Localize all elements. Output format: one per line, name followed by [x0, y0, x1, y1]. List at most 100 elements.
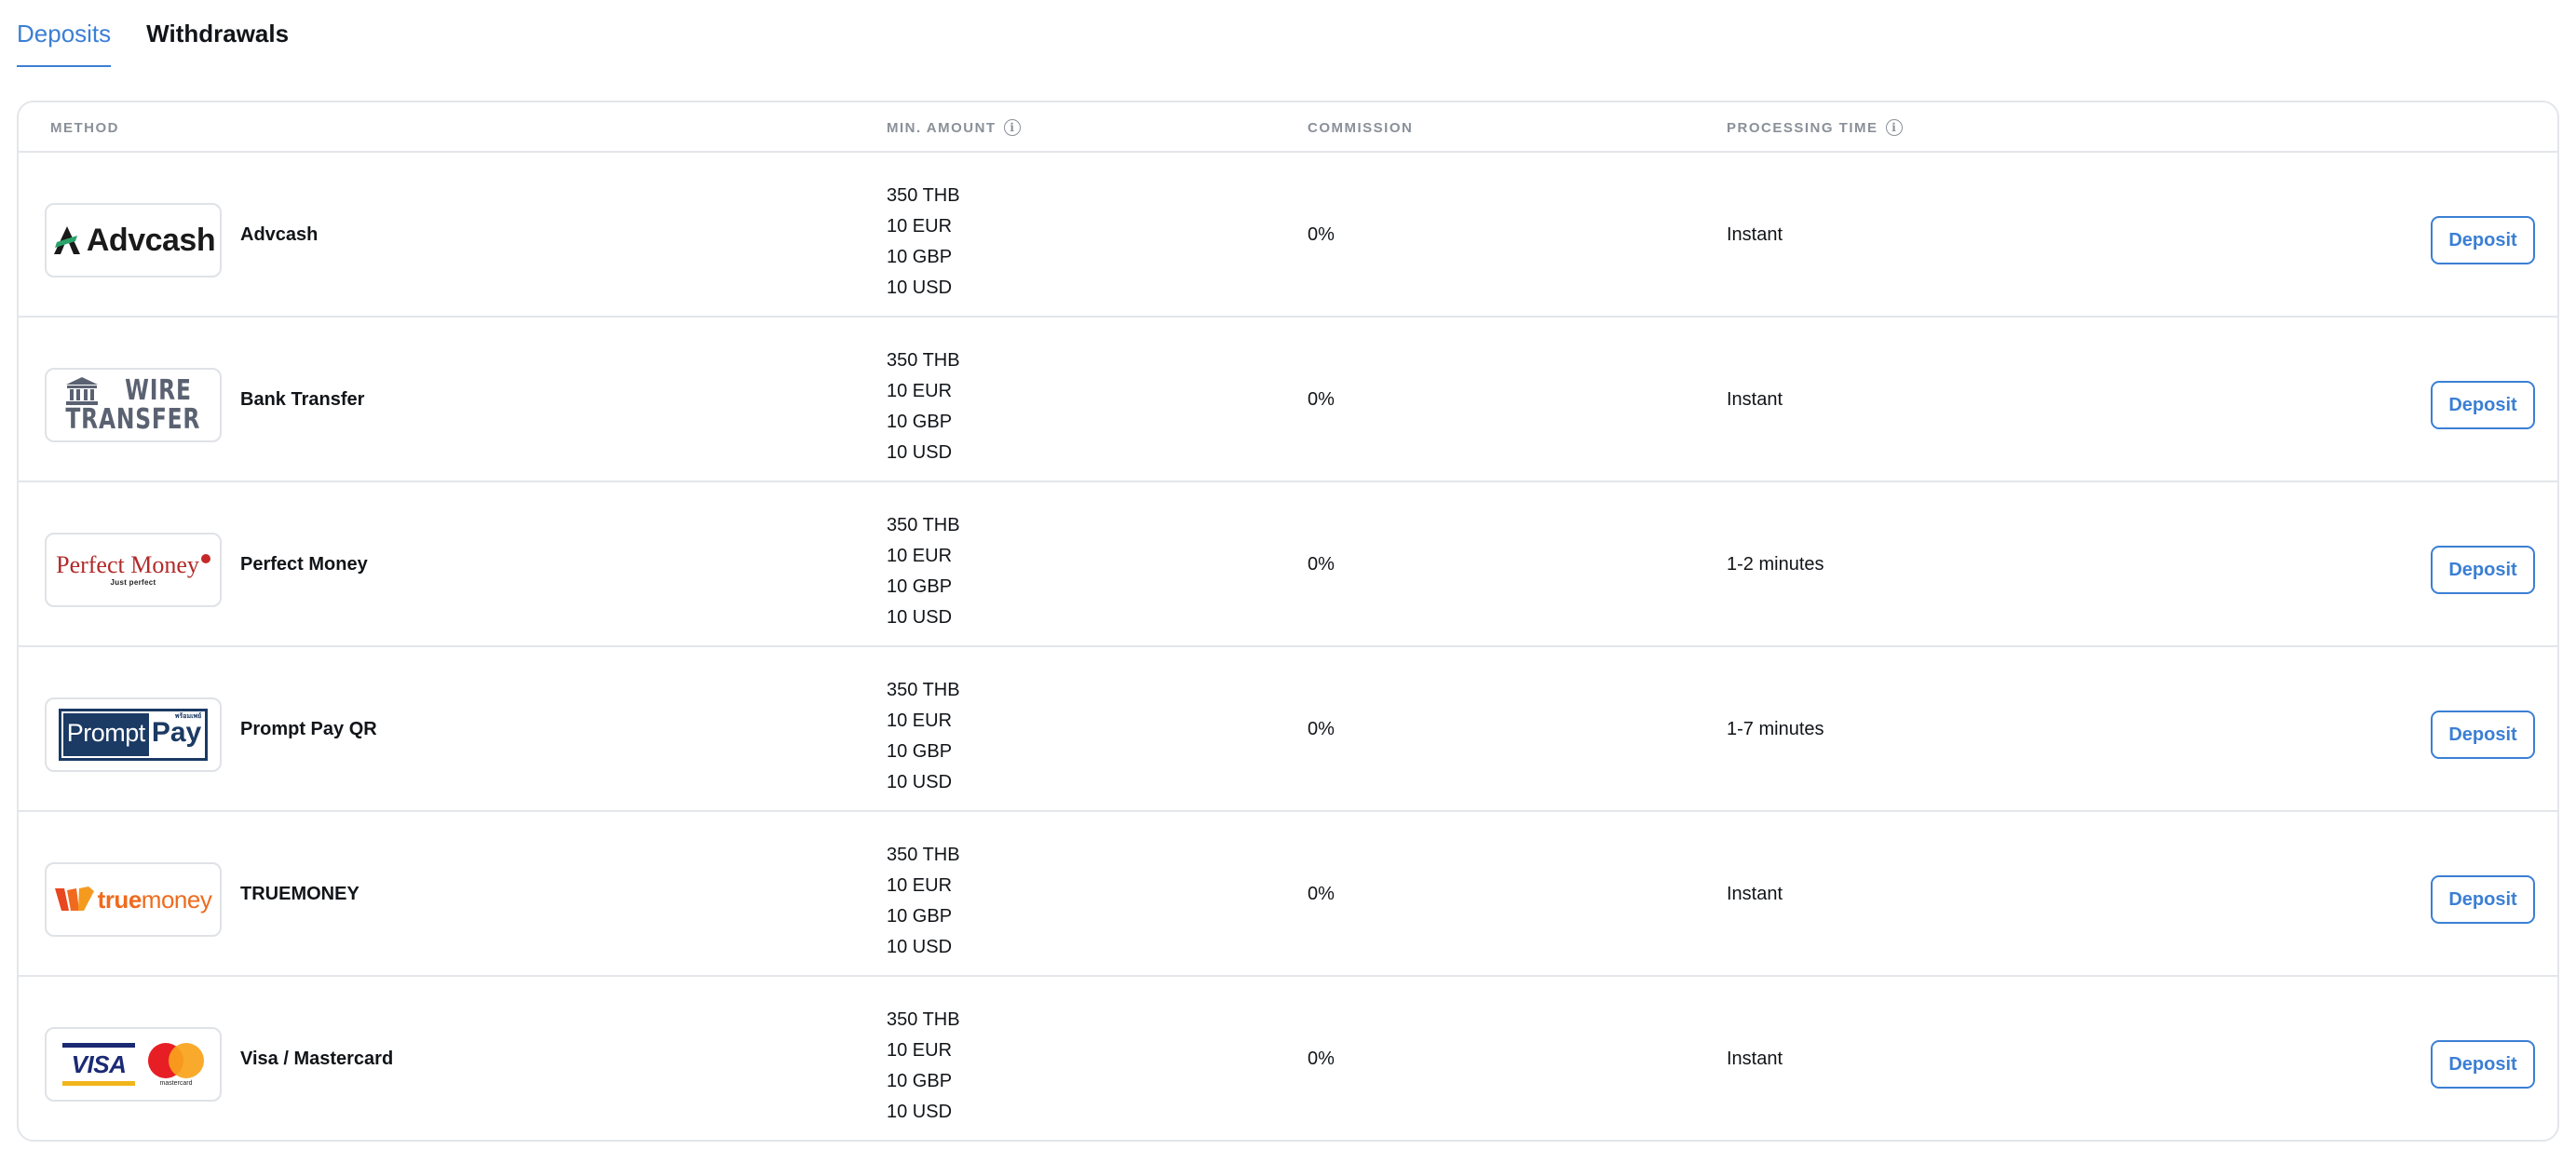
info-icon[interactable]: i [1003, 119, 1021, 136]
deposit-button[interactable]: Deposit [2431, 216, 2535, 264]
promptpay-logo: Prompt Pay พร้อมเพย์ [45, 697, 222, 772]
commission-value: 0% [1308, 554, 1335, 575]
wire-transfer-logo: WIRE TRANSFER [45, 368, 222, 442]
tab-deposits[interactable]: Deposits [17, 0, 112, 67]
table-row: VISA mastercard Visa / Mastercard 350 TH… [19, 977, 2557, 1140]
min-amount-value: 10 EUR [887, 1040, 953, 1061]
min-amount-list: 350 THB 10 EUR 10 GBP 10 USD [887, 1005, 960, 1128]
table-row: truemoney TRUEMONEY 350 THB 10 EUR 10 GB… [19, 812, 2557, 977]
column-header-commission-label: COMMISSION [1308, 119, 1414, 136]
pm-badge-icon [200, 554, 210, 563]
method-name: Bank Transfer [240, 389, 365, 410]
min-amount-value: 10 USD [887, 772, 953, 792]
info-icon[interactable]: i [1885, 119, 1903, 136]
table-row: WIRE TRANSFER Bank Transfer 350 THB 10 E… [19, 318, 2557, 482]
min-amount-value: 10 EUR [887, 711, 953, 731]
visa-mastercard-logo: VISA mastercard [45, 1027, 222, 1102]
min-amount-list: 350 THB 10 EUR 10 GBP 10 USD [887, 840, 960, 963]
commission-value: 0% [1308, 1049, 1335, 1069]
promptpay-logo-prompt: Prompt [62, 713, 149, 756]
perfect-money-logo-text: Perfect Money [56, 551, 199, 578]
min-amount-value: 350 THB [887, 680, 960, 700]
deposit-button[interactable]: Deposit [2431, 381, 2535, 429]
processing-time-value: Instant [1727, 389, 1783, 410]
perfect-money-tagline: Just perfect [110, 578, 156, 587]
deposit-button[interactable]: Deposit [2431, 875, 2535, 924]
bank-icon [66, 377, 99, 405]
min-amount-value: 10 GBP [887, 412, 953, 432]
perfect-money-logo: Perfect Money Just perfect [45, 533, 222, 607]
table-row: Prompt Pay พร้อมเพย์ Prompt Pay QR 350 T… [19, 647, 2557, 812]
wire-logo-text-line2: TRANSFER [65, 403, 201, 436]
payment-methods-table: METHOD MIN. AMOUNT i COMMISSION PROCESSI… [17, 101, 2559, 1142]
min-amount-value: 350 THB [887, 185, 960, 206]
min-amount-value: 10 USD [887, 277, 953, 298]
promptpay-logo-pay: Pay พร้อมเพย์ [149, 713, 203, 756]
processing-time-value: Instant [1727, 224, 1783, 245]
method-name: Advcash [240, 224, 319, 245]
deposit-button[interactable]: Deposit [2431, 1040, 2535, 1089]
deposit-button[interactable]: Deposit [2431, 546, 2535, 594]
method-name: Prompt Pay QR [240, 719, 377, 739]
min-amount-value: 10 GBP [887, 741, 953, 762]
truemoney-mark-icon [54, 887, 94, 911]
column-header-processing-time-label: PROCESSING TIME [1727, 119, 1878, 136]
min-amount-value: 10 GBP [887, 576, 953, 597]
min-amount-value: 350 THB [887, 845, 960, 865]
truemoney-logo-money: money [141, 885, 212, 914]
method-name: TRUEMONEY [240, 884, 359, 904]
min-amount-value: 10 GBP [887, 1071, 953, 1091]
min-amount-list: 350 THB 10 EUR 10 GBP 10 USD [887, 510, 960, 633]
min-amount-value: 10 GBP [887, 906, 953, 927]
column-header-commission: COMMISSION [1308, 102, 1413, 153]
min-amount-list: 350 THB 10 EUR 10 GBP 10 USD [887, 181, 960, 304]
column-header-processing-time: PROCESSING TIME i [1727, 102, 1903, 153]
table-row: Perfect Money Just perfect Perfect Money… [19, 482, 2557, 647]
min-amount-value: 350 THB [887, 515, 960, 535]
processing-time-value: 1-7 minutes [1727, 719, 1824, 739]
column-header-method-label: METHOD [50, 119, 119, 136]
table-row: Advcash Advcash 350 THB 10 EUR 10 GBP 10… [19, 153, 2557, 318]
column-header-min-amount: MIN. AMOUNT i [887, 102, 1021, 153]
mastercard-circles-icon [148, 1042, 204, 1078]
min-amount-value: 10 USD [887, 1102, 953, 1122]
min-amount-value: 10 EUR [887, 546, 953, 566]
min-amount-value: 10 USD [887, 937, 953, 957]
truemoney-logo: truemoney [45, 862, 222, 937]
min-amount-value: 10 EUR [887, 216, 953, 237]
column-header-min-amount-label: MIN. AMOUNT [887, 119, 997, 136]
min-amount-value: 10 USD [887, 442, 953, 463]
min-amount-value: 350 THB [887, 350, 960, 371]
advcash-mark-icon [53, 226, 80, 254]
min-amount-value: 350 THB [887, 1009, 960, 1030]
commission-value: 0% [1308, 389, 1335, 410]
processing-time-value: Instant [1727, 884, 1783, 904]
min-amount-list: 350 THB 10 EUR 10 GBP 10 USD [887, 345, 960, 468]
min-amount-value: 10 GBP [887, 247, 953, 267]
mastercard-logo-text: mastercard [159, 1079, 193, 1087]
processing-time-value: Instant [1727, 1049, 1783, 1069]
tab-withdrawals[interactable]: Withdrawals [146, 0, 289, 67]
promptpay-logo-thai: พร้อมเพย์ [174, 713, 202, 720]
wire-logo-text-line1: WIRE [125, 374, 192, 407]
tab-bar: Deposits Withdrawals [17, 0, 289, 67]
commission-value: 0% [1308, 719, 1335, 739]
min-amount-value: 10 EUR [887, 381, 953, 401]
min-amount-value: 10 EUR [887, 875, 953, 896]
processing-time-value: 1-2 minutes [1727, 554, 1824, 575]
column-header-method: METHOD [50, 102, 119, 153]
visa-logo: VISA [62, 1043, 135, 1086]
method-name: Visa / Mastercard [240, 1049, 394, 1069]
visa-logo-text: VISA [71, 1049, 127, 1078]
truemoney-logo-true: true [97, 885, 142, 914]
min-amount-list: 350 THB 10 EUR 10 GBP 10 USD [887, 675, 960, 798]
commission-value: 0% [1308, 224, 1335, 245]
advcash-logo: Advcash [45, 203, 222, 277]
min-amount-value: 10 USD [887, 607, 953, 628]
advcash-logo-text: Advcash [86, 222, 216, 258]
table-header: METHOD MIN. AMOUNT i COMMISSION PROCESSI… [19, 102, 2557, 153]
mastercard-logo: mastercard [148, 1042, 204, 1087]
method-name: Perfect Money [240, 554, 368, 575]
deposit-button[interactable]: Deposit [2431, 711, 2535, 759]
commission-value: 0% [1308, 884, 1335, 904]
